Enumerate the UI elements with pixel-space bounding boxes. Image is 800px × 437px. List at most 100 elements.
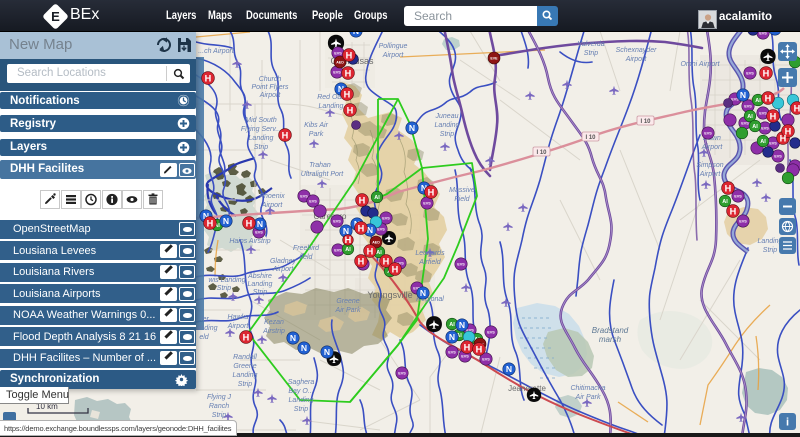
svg-text:Ranch: Ranch xyxy=(209,403,229,410)
svg-text:EVS: EVS xyxy=(746,71,754,75)
svg-text:N: N xyxy=(420,288,426,298)
svg-text:Airport: Airport xyxy=(625,56,648,63)
svg-text:Airport: Airport xyxy=(272,266,295,273)
svg-text:Mid South: Mid South xyxy=(245,117,277,124)
svg-text:Airport: Airport xyxy=(259,92,282,99)
svg-text:EVS: EVS xyxy=(461,354,469,358)
svg-text:N: N xyxy=(506,364,512,374)
svg-text:marsh: marsh xyxy=(599,335,622,344)
svg-text:EVS: EVS xyxy=(255,230,263,234)
svg-text:Randall: Randall xyxy=(233,354,257,361)
svg-text:H: H xyxy=(730,206,737,216)
svg-text:Phoenix: Phoenix xyxy=(259,193,285,200)
svg-text:Simpson: Simpson xyxy=(696,162,723,169)
svg-text:N: N xyxy=(449,332,455,342)
svg-text:AI: AI xyxy=(449,322,455,328)
svg-text:EVS: EVS xyxy=(487,330,495,334)
svg-text:H: H xyxy=(392,264,399,274)
svg-text:Jeanerette: Jeanerette xyxy=(508,384,546,393)
svg-text:H: H xyxy=(464,342,471,352)
svg-text:EVE: EVE xyxy=(490,56,498,60)
svg-text:N: N xyxy=(301,343,307,353)
svg-text:EVS: EVS xyxy=(333,70,341,74)
svg-text:H: H xyxy=(476,344,483,354)
svg-text:H: H xyxy=(347,105,354,115)
svg-text:Chitimacha: Chitimacha xyxy=(570,385,605,392)
svg-text:EVS: EVS xyxy=(769,141,777,145)
svg-text:Strip: Strip xyxy=(254,144,269,151)
svg-text:field: field xyxy=(300,254,314,261)
svg-text:H: H xyxy=(282,130,289,140)
svg-text:N: N xyxy=(257,219,263,229)
svg-text:EVS: EVS xyxy=(333,219,341,223)
svg-text:EVS: EVS xyxy=(448,350,456,354)
svg-text:H: H xyxy=(345,68,352,78)
svg-text:EVS: EVS xyxy=(761,126,769,130)
svg-text:Point Flyers: Point Flyers xyxy=(252,84,289,91)
svg-text:Kezan: Kezan xyxy=(264,319,284,326)
svg-text:N: N xyxy=(290,333,296,343)
svg-text:EVS: EVS xyxy=(759,31,767,35)
svg-text:i: i xyxy=(786,417,789,429)
svg-text:Strip: Strip xyxy=(212,412,227,419)
svg-text:Strip: Strip xyxy=(253,289,268,296)
svg-text:H: H xyxy=(359,195,366,205)
svg-text:AI: AI xyxy=(722,199,728,205)
svg-text:N: N xyxy=(409,123,415,133)
svg-text:Ultralight Port: Ultralight Port xyxy=(301,171,344,178)
svg-text:EVS: EVS xyxy=(382,216,390,220)
svg-text:AI: AI xyxy=(374,195,380,201)
svg-text:H: H xyxy=(785,126,792,136)
svg-text:Hawks: Hawks xyxy=(227,314,249,321)
svg-text:EVS: EVS xyxy=(377,227,385,231)
svg-text:EVS: EVS xyxy=(334,51,342,55)
svg-text:ier: ier xyxy=(201,316,209,323)
svg-text:AI: AI xyxy=(376,250,382,256)
svg-text:H: H xyxy=(344,89,351,99)
svg-text:EVS: EVS xyxy=(704,131,712,135)
svg-text:H: H xyxy=(428,187,435,197)
svg-text:Flying Serv...: Flying Serv... xyxy=(241,126,281,133)
svg-text:Pollingue: Pollingue xyxy=(379,43,408,50)
svg-text:H: H xyxy=(205,73,212,83)
svg-text:I 10: I 10 xyxy=(585,135,596,141)
svg-text:EVS: EVS xyxy=(457,262,465,266)
svg-text:Strip: Strip xyxy=(294,406,309,413)
svg-text:Abshire: Abshire xyxy=(247,273,272,280)
svg-text:Landing: Landing xyxy=(249,135,274,142)
svg-text:N: N xyxy=(324,347,330,357)
svg-text:Airport: Airport xyxy=(227,323,250,330)
svg-text:Trahan: Trahan xyxy=(309,162,331,169)
svg-text:Airport: Airport xyxy=(261,202,284,209)
svg-text:H: H xyxy=(243,332,250,342)
svg-text:Airstrip: Airstrip xyxy=(262,328,285,335)
svg-text:EVS: EVS xyxy=(423,201,431,205)
svg-text:Landing: Landing xyxy=(435,122,460,129)
svg-text:H: H xyxy=(383,256,390,266)
svg-text:anding: anding xyxy=(196,325,217,332)
svg-text:Strip: Strip xyxy=(217,285,232,292)
svg-text:Saghera: Saghera xyxy=(288,379,315,386)
svg-text:Valverda: Valverda xyxy=(577,41,604,48)
svg-text:Strip: Strip xyxy=(763,247,778,254)
svg-text:AI: AI xyxy=(345,247,351,253)
svg-text:EVS: EVS xyxy=(774,154,782,158)
svg-text:N: N xyxy=(740,90,746,100)
svg-text:N: N xyxy=(223,216,229,226)
svg-text:Hains Airstrip: Hains Airstrip xyxy=(229,238,270,245)
svg-text:EVS: EVS xyxy=(300,194,308,198)
svg-text:H: H xyxy=(794,103,800,113)
svg-text:Juneau: Juneau xyxy=(435,113,459,120)
svg-text:Gladney: Gladney xyxy=(270,258,297,265)
svg-text:AED: AED xyxy=(372,240,380,244)
svg-text:H: H xyxy=(246,218,253,228)
svg-text:Field: Field xyxy=(454,196,470,203)
svg-text:EVS: EVS xyxy=(482,357,490,361)
svg-text:Leonards: Leonards xyxy=(415,250,445,257)
svg-text:wis Landing: wis Landing xyxy=(209,277,246,284)
svg-text:H: H xyxy=(358,223,365,233)
svg-text:I 10: I 10 xyxy=(536,150,547,156)
svg-text:H: H xyxy=(346,50,353,60)
svg-text:Youngsville: Youngsville xyxy=(367,290,412,300)
svg-text:Schexnayder: Schexnayder xyxy=(616,47,658,54)
